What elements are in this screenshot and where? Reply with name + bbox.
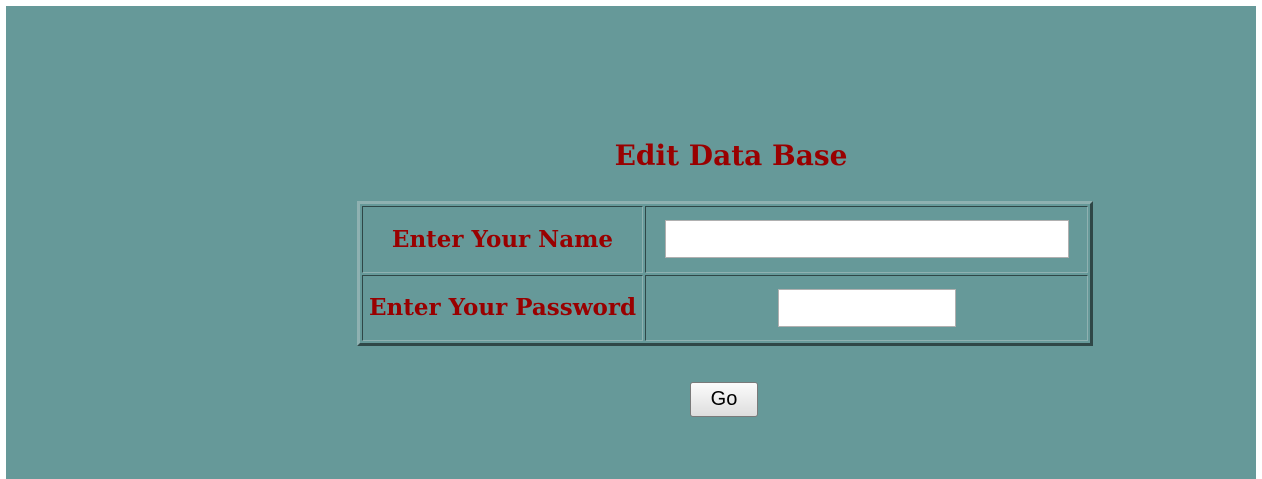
page-title: Edit Data Base bbox=[614, 139, 848, 172]
name-input-cell bbox=[645, 206, 1088, 273]
go-button[interactable]: Go bbox=[690, 382, 758, 417]
password-input-cell bbox=[645, 274, 1088, 341]
name-label: Enter Your Name bbox=[362, 206, 643, 273]
page-background: Edit Data Base Enter Your Name Enter You… bbox=[6, 6, 1256, 479]
name-row: Enter Your Name bbox=[362, 206, 1088, 273]
login-form-table: Enter Your Name Enter Your Password bbox=[357, 201, 1093, 346]
name-input[interactable] bbox=[664, 220, 1069, 259]
password-label: Enter Your Password bbox=[362, 274, 643, 341]
password-row: Enter Your Password bbox=[362, 274, 1088, 341]
password-input[interactable] bbox=[777, 288, 956, 327]
